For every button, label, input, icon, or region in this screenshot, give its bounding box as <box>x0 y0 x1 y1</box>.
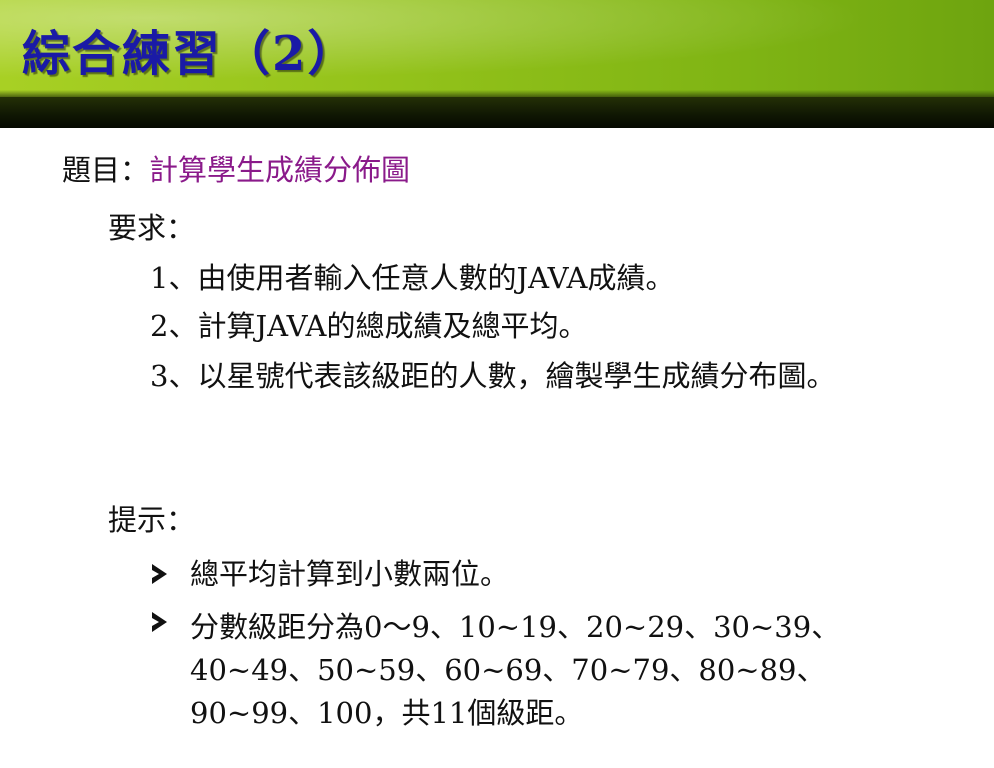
slide-header: 綜合練習（2） <box>0 0 994 128</box>
requirement-item-1: 1、由使用者輸入任意人數的JAVA成績。 <box>150 261 675 295</box>
topic-label: 題目： <box>62 153 150 187</box>
requirements-heading: 要求： <box>108 211 196 245</box>
header-dark-band <box>0 97 994 128</box>
hints-heading: 提示： <box>108 503 196 537</box>
topic-text: 計算學生成績分佈圖 <box>149 153 411 187</box>
arrowhead-bullet-icon <box>152 564 167 584</box>
slide-title: 綜合練習（2） <box>22 26 358 82</box>
topic-line: 題目：計算學生成績分佈圖 <box>62 156 410 185</box>
requirement-item-3: 3、以星號代表該級距的人數，繪製學生成績分布圖。 <box>150 359 836 393</box>
arrowhead-bullet-icon <box>152 612 167 632</box>
hint-item-1: 總平均計算到小數兩位。 <box>190 557 510 591</box>
requirement-item-2: 2、計算JAVA的總成績及總平均。 <box>150 309 588 343</box>
hint-item-2: 分數級距分為0～9、10~19、20~29、30~39、40~49、50~59、… <box>190 610 841 730</box>
slide-content: 題目：計算學生成績分佈圖 要求： 1、由使用者輸入任意人數的JAVA成績。 2、… <box>0 128 994 768</box>
